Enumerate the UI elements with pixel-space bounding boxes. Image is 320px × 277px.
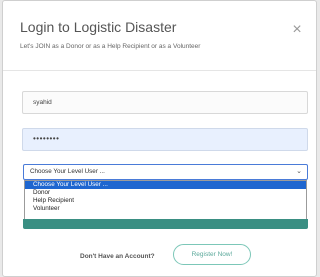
password-field[interactable]: •••••••• xyxy=(22,128,308,151)
option-donor[interactable]: Donor xyxy=(25,189,306,197)
level-user-select[interactable]: Choose Your Level User ... ⌄ xyxy=(23,164,308,180)
option-volunteer[interactable]: Volunteer xyxy=(25,205,306,213)
option-help-recipient[interactable]: Help Recipient xyxy=(25,197,306,205)
chevron-down-icon: ⌄ xyxy=(296,168,302,175)
option-choose-level[interactable]: Choose Your Level User ... xyxy=(25,181,306,189)
username-field[interactable]: syahid xyxy=(22,91,308,114)
close-icon[interactable]: × xyxy=(290,22,304,38)
level-user-select-value: Choose Your Level User ... xyxy=(30,168,105,175)
modal-title: Login to Logistic Disaster xyxy=(20,19,177,35)
register-button[interactable]: Register Now! xyxy=(173,244,251,265)
login-modal: Login to Logistic Disaster Let's JOIN as… xyxy=(2,0,317,277)
level-user-options: Choose Your Level User ... Donor Help Re… xyxy=(24,180,307,220)
modal-header: Login to Logistic Disaster Let's JOIN as… xyxy=(3,1,316,71)
login-button-partial[interactable] xyxy=(23,219,308,229)
modal-subtitle: Let's JOIN as a Donor or as a Help Recip… xyxy=(20,43,201,50)
no-account-prompt: Don't Have an Account? xyxy=(80,253,155,260)
